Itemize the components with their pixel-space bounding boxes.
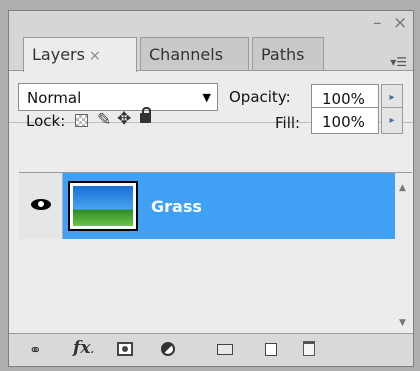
lock-all-padlock-icon[interactable] xyxy=(140,107,151,123)
tab-layers[interactable]: Layers × xyxy=(23,37,137,72)
fill-slider-button[interactable]: ▸ xyxy=(381,107,403,134)
tab-close-icon[interactable]: × xyxy=(89,48,101,64)
fx-dropdown-dot: . xyxy=(90,345,94,356)
trash-icon[interactable] xyxy=(303,341,315,356)
lock-image-brush-icon[interactable]: ✎ xyxy=(97,110,111,130)
tab-layers-label: Layers xyxy=(32,45,85,64)
new-layer-icon[interactable] xyxy=(265,343,277,356)
visibility-toggle[interactable] xyxy=(19,173,63,239)
lock-position-move-icon[interactable]: ✥ xyxy=(117,109,131,129)
fx-effects-icon[interactable]: fx. xyxy=(73,338,94,358)
grass-thumbnail-image xyxy=(73,186,133,226)
layer-name[interactable]: Grass xyxy=(151,197,202,216)
new-group-folder-icon[interactable] xyxy=(217,344,233,355)
layer-row-grass[interactable]: Grass xyxy=(19,173,395,239)
layers-panel: – × Layers × Channels Paths ▾☰ Normal ▼ O… xyxy=(8,10,414,367)
fx-label: fx xyxy=(73,338,91,358)
link-layers-icon[interactable]: ⚭ xyxy=(29,341,42,359)
chevron-down-icon: ▼ xyxy=(202,91,211,104)
fill-input[interactable]: 100% xyxy=(311,107,379,134)
tab-paths[interactable]: Paths xyxy=(252,37,324,71)
minimize-icon[interactable]: – xyxy=(373,15,382,32)
opacity-value: 100% xyxy=(322,90,365,108)
adjustment-layer-icon[interactable] xyxy=(161,342,175,356)
fill-label: Fill: xyxy=(275,114,301,132)
lock-label: Lock: xyxy=(26,112,66,130)
layers-bottom-toolbar: ⚭ fx. xyxy=(9,333,413,366)
lock-transparent-icon[interactable] xyxy=(75,114,88,127)
tab-channels[interactable]: Channels xyxy=(140,37,249,71)
layer-mask-icon[interactable] xyxy=(117,342,133,356)
tab-channels-label: Channels xyxy=(149,45,224,64)
scroll-down-icon[interactable]: ▼ xyxy=(399,318,406,328)
scroll-up-icon[interactable]: ▲ xyxy=(399,183,406,193)
layers-scrollbar[interactable]: ▲ ▼ xyxy=(395,173,412,332)
tab-paths-label: Paths xyxy=(261,45,305,64)
padlock-shackle xyxy=(142,107,151,115)
eye-icon xyxy=(31,199,51,210)
fill-value: 100% xyxy=(322,113,365,131)
layers-list: Grass ▲ ▼ xyxy=(19,172,412,332)
blend-mode-select[interactable]: Normal ▼ xyxy=(18,83,218,111)
eye-pupil xyxy=(38,201,44,207)
panel-menu-icon[interactable]: ▾☰ xyxy=(390,55,407,69)
close-panel-icon[interactable]: × xyxy=(393,15,407,32)
layer-thumbnail[interactable] xyxy=(68,181,138,231)
opacity-label: Opacity: xyxy=(229,88,291,106)
mask-circle xyxy=(122,346,128,352)
blend-mode-value: Normal xyxy=(27,89,82,107)
